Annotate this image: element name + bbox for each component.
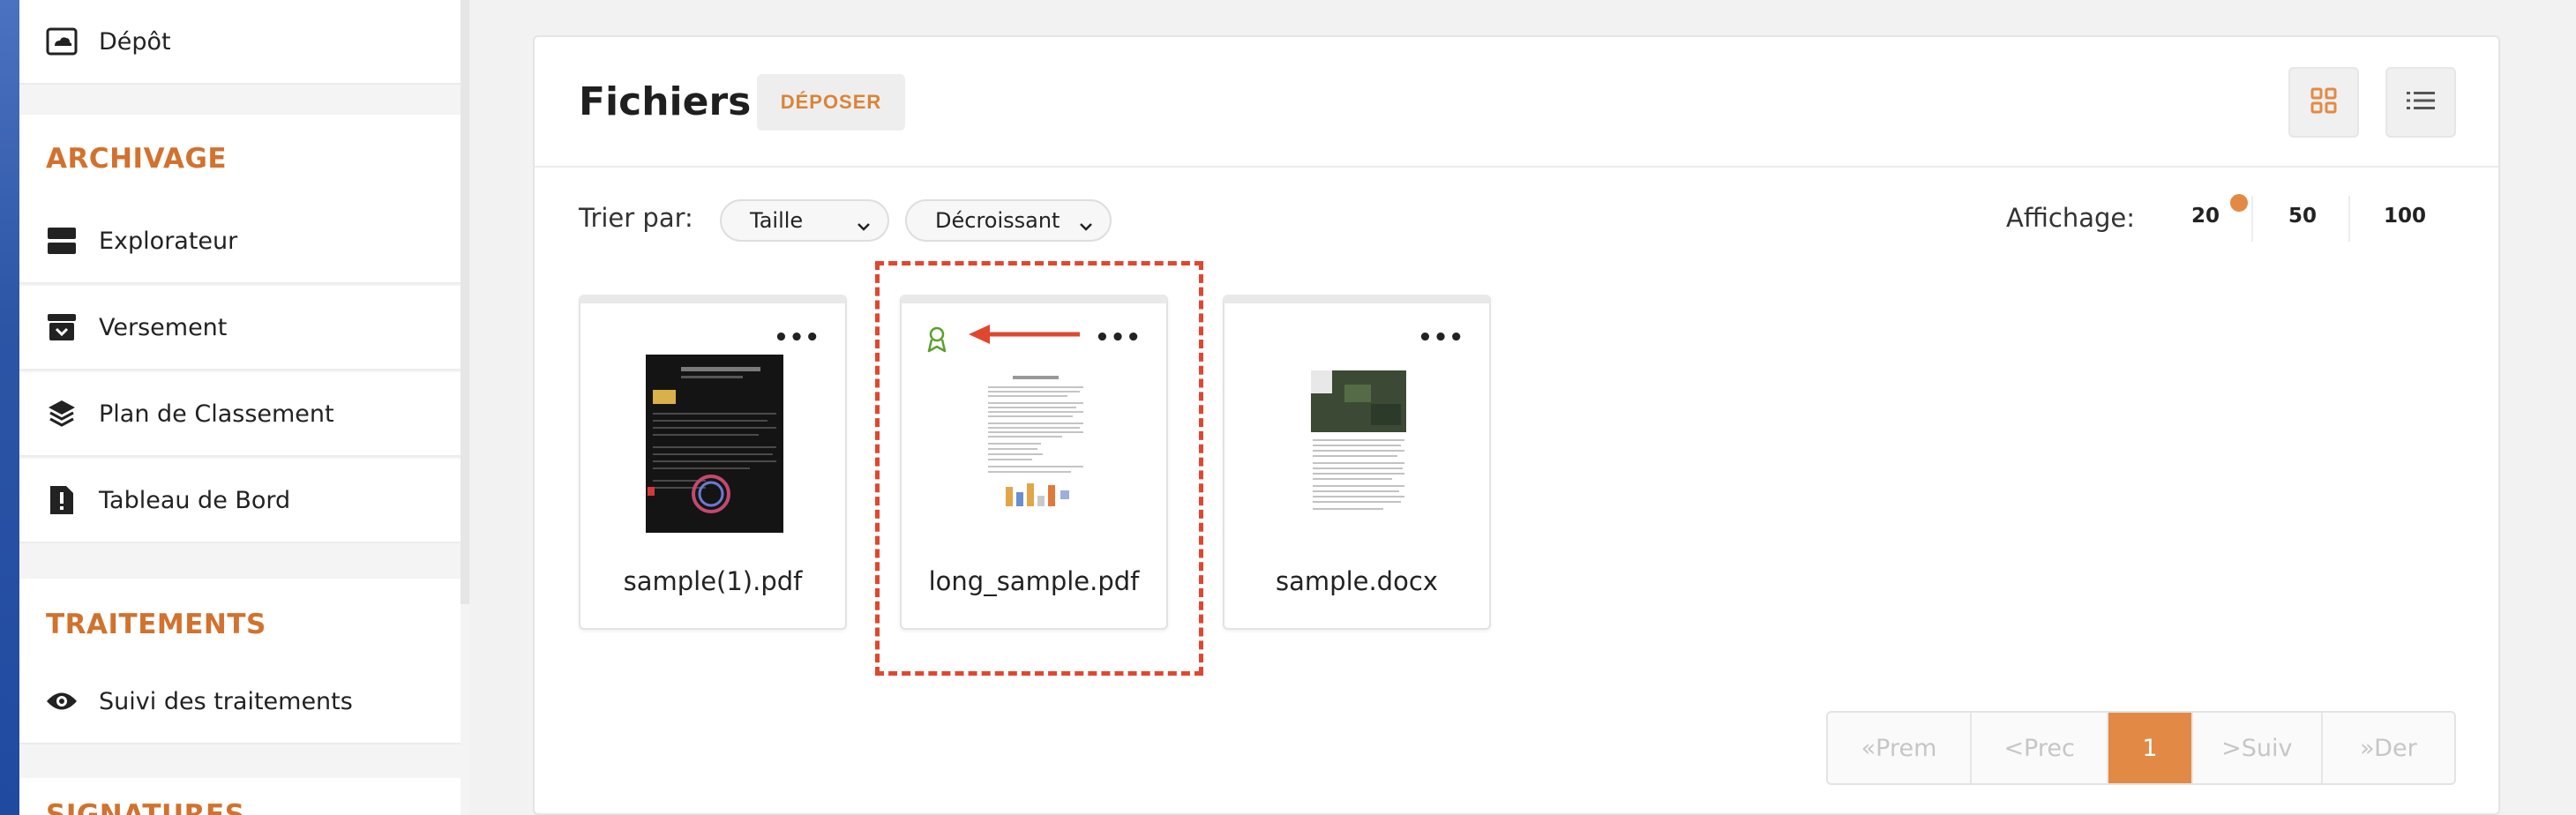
sidebar: Dépôt ARCHIVAGE Explorateur Versement Pl… — [19, 0, 469, 815]
page-size-20[interactable]: 20 — [2191, 205, 2220, 228]
list-view-button[interactable] — [2385, 67, 2456, 138]
section-title: TRAITEMENTS — [46, 609, 266, 640]
eye-icon — [46, 685, 78, 717]
divider — [2348, 196, 2350, 242]
file-thumbnail — [1309, 369, 1408, 517]
highlight-annotation — [875, 261, 1203, 676]
sidebar-item-label: Suivi des traitements — [99, 687, 353, 715]
file-card[interactable]: ••• sample(1).pdf — [579, 295, 847, 630]
page-size-50[interactable]: 50 — [2288, 205, 2317, 228]
chevron-down-icon — [856, 213, 872, 238]
chevron-down-icon — [1078, 213, 1094, 238]
layers-icon — [46, 398, 78, 430]
sidebar-item-label: Explorateur — [99, 227, 238, 255]
page-size-100[interactable]: 100 — [2384, 205, 2426, 228]
sidebar-item-explorateur[interactable]: Explorateur — [19, 199, 461, 284]
page-title: Fichiers — [579, 79, 752, 124]
panel-header: Fichiers DÉPOSER — [535, 37, 2498, 168]
pagination-page-1[interactable]: 1 — [2108, 713, 2193, 783]
file-name[interactable]: sample.docx — [1224, 566, 1489, 596]
upload-button[interactable]: DÉPOSER — [757, 74, 905, 131]
sidebar-item-tableau-de-bord[interactable]: Tableau de Bord — [19, 459, 461, 543]
pagination-first[interactable]: «Prem — [1828, 713, 1973, 783]
divider — [2251, 196, 2253, 242]
sidebar-item-versement[interactable]: Versement — [19, 286, 461, 370]
list-icon — [2407, 90, 2435, 115]
select-value: Décroissant — [935, 208, 1060, 233]
section-signatures: SIGNATURES — [19, 778, 461, 815]
sidebar-scrollbar[interactable] — [461, 0, 469, 604]
section-title: SIGNATURES — [46, 799, 245, 815]
pagination-next[interactable]: >Suiv — [2192, 713, 2323, 783]
section-traitements: TRAITEMENTS — [19, 579, 461, 660]
sidebar-item-plan-de-classement[interactable]: Plan de Classement — [19, 372, 461, 457]
desktop-edge — [0, 0, 19, 815]
archive-box-icon — [46, 311, 78, 343]
section-archivage: ARCHIVAGE — [19, 115, 461, 199]
selected-page-size-indicator — [2230, 194, 2248, 212]
display-label: Affichage: — [2006, 203, 2135, 233]
select-value: Taille — [750, 208, 804, 233]
file-card[interactable]: ••• sample.docx — [1223, 295, 1491, 630]
cloud-box-icon — [46, 26, 78, 57]
sort-order-select[interactable]: Décroissant — [905, 199, 1112, 242]
section-title: ARCHIVAGE — [46, 143, 228, 175]
sidebar-item-label: Tableau de Bord — [99, 486, 291, 514]
more-options-icon[interactable]: ••• — [1418, 325, 1464, 351]
sidebar-item-depot[interactable]: Dépôt — [19, 0, 461, 85]
sidebar-item-suivi-des-traitements[interactable]: Suivi des traitements — [19, 660, 461, 744]
sidebar-item-label: Dépôt — [99, 27, 171, 56]
file-thumbnail — [646, 355, 783, 533]
sidebar-item-label: Versement — [99, 313, 228, 341]
files-panel: Fichiers DÉPOSER Trier par: Taille Décro… — [533, 35, 2500, 815]
grid-icon — [2310, 87, 2337, 117]
pagination-last[interactable]: »Der — [2322, 713, 2454, 783]
grid-view-button[interactable] — [2288, 67, 2359, 138]
sim-card-alert-icon — [46, 484, 78, 516]
sidebar-item-label: Plan de Classement — [99, 400, 334, 428]
more-options-icon[interactable]: ••• — [774, 325, 820, 351]
pagination: «Prem <Prec 1 >Suiv »Der — [1826, 711, 2456, 785]
pagination-prev[interactable]: <Prec — [1972, 713, 2109, 783]
file-name[interactable]: sample(1).pdf — [580, 566, 845, 596]
server-icon — [46, 225, 78, 257]
sort-label: Trier par: — [579, 203, 693, 233]
sort-field-select[interactable]: Taille — [720, 199, 889, 242]
